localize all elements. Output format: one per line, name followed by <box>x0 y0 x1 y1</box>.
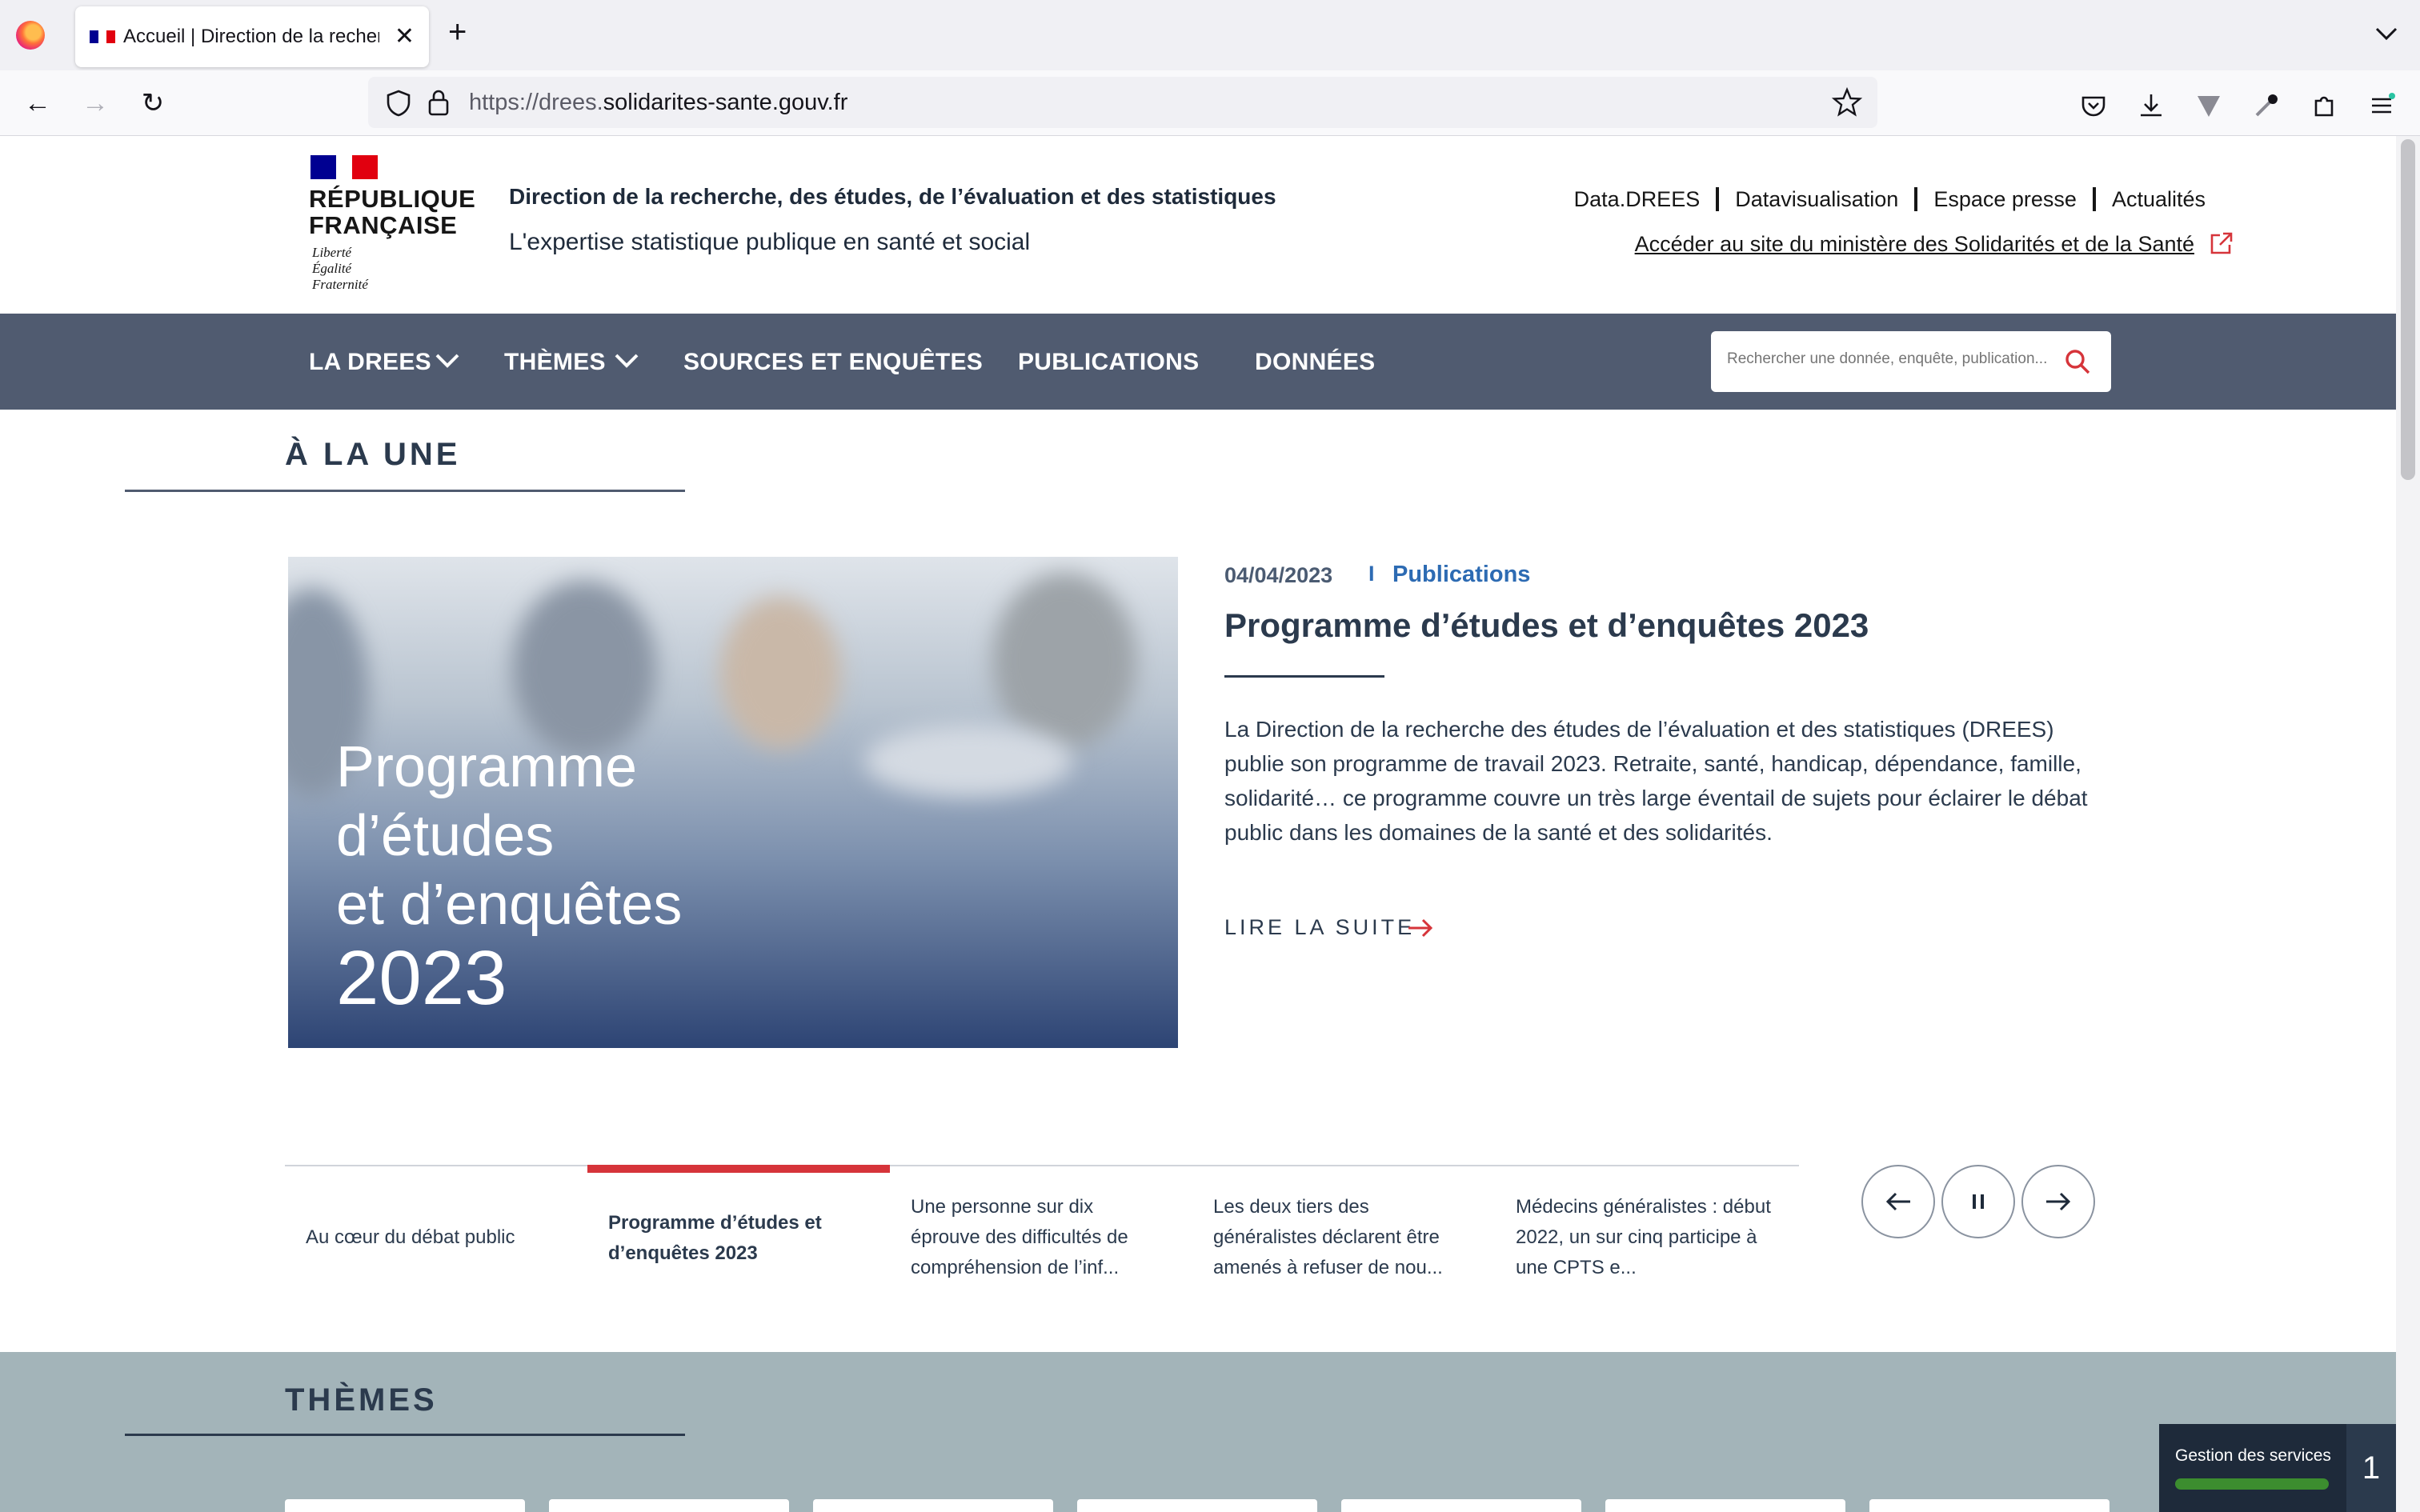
hero-image-text: Programme d’études et d’enquêtes <box>336 735 683 937</box>
tab-close-icon[interactable]: ✕ <box>395 22 415 50</box>
page-scrollbar[interactable] <box>2396 136 2420 1512</box>
hero-image[interactable]: Programme d’études et d’enquêtes 2023 <box>288 557 1178 1048</box>
favicon-flag-icon <box>90 30 116 43</box>
back-icon[interactable]: ← <box>18 83 58 123</box>
section-title-themes: THÈMES <box>285 1382 438 1418</box>
theme-card[interactable] <box>549 1499 789 1512</box>
carousel-tab-label: Médecins généralistes : début 2022, un s… <box>1516 1196 1771 1278</box>
carousel-tab[interactable]: Une personne sur dix éprouve des difficu… <box>890 1165 1192 1293</box>
section-divider <box>125 1434 685 1436</box>
hero-image-year: 2023 <box>336 935 507 1021</box>
section-divider <box>125 490 685 492</box>
arrow-right-icon[interactable] <box>1407 917 1434 939</box>
marianne-logo[interactable] <box>311 155 379 179</box>
cookie-widget-status-bar <box>2175 1478 2329 1490</box>
top-link-data-drees[interactable]: Data.DREES <box>1558 187 1717 211</box>
cookie-services-widget[interactable]: Gestion des services 1 <box>2159 1424 2396 1512</box>
carousel-tab[interactable]: Les deux tiers des généralistes déclaren… <box>1192 1165 1495 1293</box>
theme-card[interactable] <box>1605 1499 1845 1512</box>
eyedropper-icon[interactable] <box>2252 91 2281 120</box>
theme-card[interactable] <box>1077 1499 1317 1512</box>
theme-card[interactable] <box>1869 1499 2109 1512</box>
theme-card[interactable] <box>285 1499 525 1512</box>
forward-icon[interactable]: → <box>75 83 115 123</box>
carousel-tab-label: Une personne sur dix éprouve des difficu… <box>911 1196 1128 1278</box>
pocket-icon[interactable] <box>2079 91 2108 120</box>
carousel-tab[interactable]: Au cœur du débat public <box>285 1165 587 1293</box>
carousel-tab-label: Les deux tiers des généralistes déclaren… <box>1213 1196 1443 1278</box>
nav-item-sources-enquetes[interactable]: SOURCES ET ENQUÊTES <box>683 349 983 376</box>
download-icon[interactable] <box>2137 91 2166 120</box>
read-more-link[interactable]: LIRE LA SUITE <box>1224 915 1415 940</box>
nav-item-donnees[interactable]: DONNÉES <box>1255 349 1375 376</box>
cookie-widget-count: 1 <box>2346 1424 2396 1512</box>
shield-icon[interactable] <box>386 90 411 117</box>
article-date: 04/04/2023 <box>1224 563 1333 587</box>
nav-item-themes[interactable]: THÈMES <box>504 349 606 376</box>
carousel-pause-button[interactable] <box>1941 1165 2015 1238</box>
url-text[interactable]: https://drees.solidarites-sante.gouv.fr <box>469 90 847 116</box>
tab-title: Accueil | Direction de la recherche <box>123 26 379 47</box>
top-link-datavisualisation[interactable]: Datavisualisation <box>1716 187 1914 211</box>
chevron-down-icon[interactable] <box>613 350 640 370</box>
ministry-link[interactable]: Accéder au site du ministère des Solidar… <box>1635 232 2194 257</box>
arrow-left-icon <box>1885 1192 1910 1211</box>
carousel-tab-label: Au cœur du débat public <box>306 1226 515 1248</box>
carousel-tab-label: Programme d’études et d’enquêtes 2023 <box>608 1212 822 1264</box>
org-title[interactable]: Direction de la recherche, des études, d… <box>509 184 1276 210</box>
browser-tab-active[interactable]: Accueil | Direction de la recherche ✕ <box>75 6 429 67</box>
themes-section: THÈMES <box>0 1352 2396 1512</box>
firefox-icon[interactable] <box>16 21 45 50</box>
top-link-actualites[interactable]: Actualités <box>2092 187 2222 211</box>
pause-icon <box>1973 1194 1984 1209</box>
browser-toolbar: ← → ↻ https://drees.solidarites-sante.go… <box>0 70 2420 136</box>
carousel-tab[interactable]: Médecins généralistes : début 2022, un s… <box>1495 1165 1797 1293</box>
search-box <box>1711 331 2111 392</box>
search-icon[interactable] <box>2063 347 2092 376</box>
article-description: La Direction de la recherche des études … <box>1224 717 2088 845</box>
carousel-tab-active[interactable]: Programme d’études et d’enquêtes 2023 <box>587 1165 890 1293</box>
nav-item-la-drees[interactable]: LA DREES <box>309 349 431 376</box>
menu-icon[interactable] <box>2367 91 2396 120</box>
bookmark-star-icon[interactable] <box>1831 86 1863 118</box>
meta-separator: I <box>1368 562 1375 586</box>
republic-motto: Liberté Égalité Fraternité <box>312 245 368 292</box>
arrow-right-icon <box>2046 1192 2071 1211</box>
lock-icon[interactable] <box>427 88 450 117</box>
chevron-down-icon[interactable] <box>2372 19 2401 48</box>
nav-item-publications[interactable]: PUBLICATIONS <box>1018 349 1199 376</box>
browser-tab-bar: Accueil | Direction de la recherche ✕ + <box>0 0 2420 70</box>
carousel-prev-button[interactable] <box>1861 1165 1935 1238</box>
extension-v-icon[interactable] <box>2194 91 2223 120</box>
section-title-a-la-une: À LA UNE <box>285 437 461 472</box>
external-link-icon[interactable] <box>2209 230 2234 256</box>
cookie-widget-label: Gestion des services <box>2175 1446 2331 1465</box>
site-header: RÉPUBLIQUE FRANÇAISE Liberté Égalité Fra… <box>0 136 2396 314</box>
new-tab-icon[interactable]: + <box>448 14 467 50</box>
article-title-underline <box>1224 675 1384 678</box>
chevron-down-icon[interactable] <box>434 350 461 370</box>
main-nav: LA DREES THÈMES SOURCES ET ENQUÊTES PUBL… <box>0 314 2396 410</box>
theme-card[interactable] <box>813 1499 1053 1512</box>
reload-icon[interactable]: ↻ <box>133 83 173 123</box>
extensions-puzzle-icon[interactable] <box>2310 91 2338 120</box>
scrollbar-thumb[interactable] <box>2401 139 2415 480</box>
article-category-link[interactable]: Publications <box>1392 562 1530 588</box>
org-tagline: L'expertise statistique publique en sant… <box>509 229 1031 255</box>
top-links: Data.DREES Datavisualisation Espace pres… <box>1558 187 2222 211</box>
search-input[interactable] <box>1727 350 2047 368</box>
republique-francaise-logo-text[interactable]: RÉPUBLIQUE FRANÇAISE <box>309 186 475 238</box>
carousel-next-button[interactable] <box>2021 1165 2095 1238</box>
top-link-espace-presse[interactable]: Espace presse <box>1914 187 2093 211</box>
theme-card[interactable] <box>1341 1499 1581 1512</box>
article-title[interactable]: Programme d’études et d’enquêtes 2023 <box>1224 606 1869 645</box>
url-bar[interactable]: https://drees.solidarites-sante.gouv.fr <box>368 77 1877 128</box>
